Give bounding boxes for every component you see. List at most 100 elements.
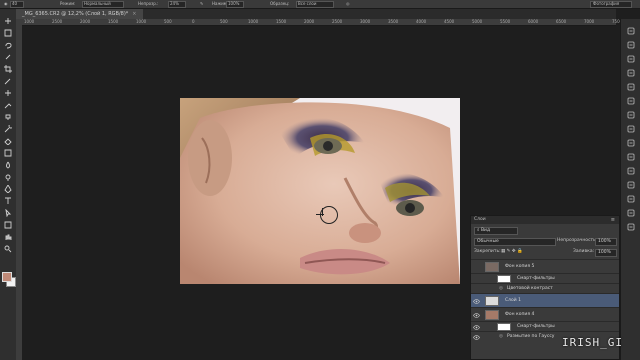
ruler-tick: 2000 [80, 19, 91, 24]
visibility-eye-icon[interactable] [473, 264, 480, 271]
airbrush-icon[interactable]: ✎ [200, 0, 203, 8]
lock-icon[interactable]: ▦ ✎ ✥ 🔒 [501, 247, 523, 257]
brush-cursor [316, 206, 338, 224]
ruler-tick: 3000 [360, 19, 371, 24]
shape-icon[interactable] [4, 221, 12, 229]
paragraph-icon[interactable] [627, 181, 635, 189]
layer-row[interactable]: Фон копия 4 [471, 307, 619, 321]
ruler-tick: 500 [164, 19, 172, 24]
type-icon[interactable] [4, 197, 12, 205]
opacity-label: Непрозр.: [138, 1, 159, 6]
brush-size-value: 40 [12, 1, 18, 6]
path-select-icon[interactable] [4, 209, 12, 217]
ruler-tick: 4000 [416, 19, 427, 24]
dodge-icon[interactable] [4, 173, 12, 181]
lasso-icon[interactable] [4, 41, 12, 49]
brush-presets-icon[interactable] [627, 153, 635, 161]
visibility-eye-icon[interactable] [473, 298, 480, 305]
smart-filters-row[interactable]: Смарт-фильтры [471, 273, 619, 283]
sample-value: Все слои [298, 1, 317, 6]
ruler-tick: 2500 [52, 19, 63, 24]
filter-effect-icon[interactable]: ◎ [499, 286, 503, 291]
horizontal-ruler: 1000 2500 2000 1500 1000 500 0 500 1000 1500 2000 2… [16, 19, 622, 26]
eraser-icon[interactable] [4, 137, 12, 145]
character-icon[interactable] [627, 167, 635, 175]
navigator-icon[interactable] [627, 55, 635, 63]
layer-row[interactable]: Фон копия 5 [471, 259, 619, 273]
quick-select-icon[interactable] [4, 53, 12, 61]
smart-filters-row[interactable]: Смарт-фильтры [471, 321, 619, 331]
workspace-value: Фотография [593, 1, 620, 6]
document-canvas[interactable] [180, 98, 460, 284]
actions-icon[interactable] [627, 41, 635, 49]
layer-opacity-field[interactable]: 100% [595, 238, 617, 246]
channels-icon[interactable] [627, 209, 635, 217]
zoom-icon[interactable] [4, 245, 12, 253]
modified-indicator: * [125, 11, 129, 17]
paths-icon[interactable] [627, 223, 635, 231]
visibility-eye-icon[interactable] [473, 334, 480, 341]
opacity-value: 24% [170, 1, 179, 6]
filter-row-item[interactable]: ◎ Цветовой контраст [471, 283, 619, 293]
history-icon[interactable] [627, 27, 635, 35]
hand-icon[interactable] [4, 233, 12, 241]
brush-preset-picker[interactable]: ◉ [4, 0, 8, 8]
healing-brush-icon[interactable] [4, 89, 12, 97]
filter-mask-thumbnail [497, 323, 511, 331]
pen-icon[interactable] [4, 185, 12, 193]
document-tab-bar: _MG_6365.CR2 @ 12,2% (Слой 1, RGB/8)* × [16, 9, 616, 19]
filter-effect-icon[interactable]: ◎ [499, 334, 503, 339]
move-icon[interactable] [4, 17, 12, 25]
marquee-icon[interactable] [4, 29, 12, 37]
clone-stamp-icon[interactable] [4, 113, 12, 121]
layer-name: Слой 1 [505, 298, 521, 303]
blend-mode-dropdown[interactable]: Обычные [474, 238, 556, 246]
layer-row[interactable]: Слой 1 [471, 293, 619, 307]
document-title: _MG_6365.CR2 @ 12,2% (Слой 1, RGB/8) [22, 11, 126, 17]
layer-filter-label: Вид [480, 228, 491, 233]
layer-name: Смарт-фильтры [517, 276, 555, 281]
ruler-tick: 1500 [276, 19, 287, 24]
adjustments-icon[interactable] [627, 125, 635, 133]
layers-tab[interactable]: Слои [474, 217, 486, 222]
fill-field[interactable]: 100% [595, 249, 617, 257]
crop-icon[interactable] [4, 65, 12, 73]
flow-value: 100% [228, 1, 240, 6]
gradient-icon[interactable] [4, 149, 12, 157]
filter-mask-thumbnail [497, 275, 511, 283]
layer-name: Фон копия 5 [505, 264, 535, 269]
visibility-eye-icon[interactable] [473, 286, 480, 293]
ruler-tick: 1500 [108, 19, 119, 24]
layer-thumbnail [485, 310, 499, 320]
visibility-eye-icon[interactable] [473, 276, 480, 283]
ruler-tick: 0 [192, 19, 195, 24]
color-icon[interactable] [627, 97, 635, 105]
history-brush-icon[interactable] [4, 125, 12, 133]
tools-panel [0, 9, 17, 360]
ruler-tick: 2000 [304, 19, 315, 24]
layers-icon[interactable] [627, 195, 635, 203]
info-icon[interactable] [627, 83, 635, 91]
panel-menu-icon[interactable]: ≡ [611, 216, 615, 224]
mode-label: Режим: [60, 1, 76, 6]
blur-icon[interactable] [4, 161, 12, 169]
document-tab[interactable]: _MG_6365.CR2 @ 12,2% (Слой 1, RGB/8)* × [16, 9, 143, 19]
layer-filter-dropdown[interactable]: ⌕ Вид [474, 227, 518, 235]
visibility-eye-icon[interactable] [473, 324, 480, 331]
brush-icon[interactable] [4, 101, 12, 109]
styles-icon[interactable] [627, 139, 635, 147]
close-icon[interactable]: × [132, 11, 136, 17]
pressure-icon[interactable]: ◎ [346, 0, 350, 8]
foreground-color-swatch[interactable] [2, 272, 12, 282]
lock-row: Закрепить: ▦ ✎ ✥ 🔒 Заливка: 100% [471, 247, 619, 257]
swatches-icon[interactable] [627, 111, 635, 119]
layer-name: Цветовой контраст [507, 286, 553, 291]
histogram-icon[interactable] [627, 69, 635, 77]
ruler-tick: 6500 [556, 19, 567, 24]
options-bar: ◉ 40 Режим: Нормальный Непрозр.: 24% ✎ Н… [0, 0, 640, 9]
opacity-label: Непрозрачность: [557, 238, 598, 243]
visibility-eye-icon[interactable] [473, 312, 480, 319]
layers-panel-header: Слои ≡ [471, 216, 619, 224]
ruler-tick: 7000 [584, 19, 595, 24]
eyedropper-icon[interactable] [4, 77, 12, 85]
